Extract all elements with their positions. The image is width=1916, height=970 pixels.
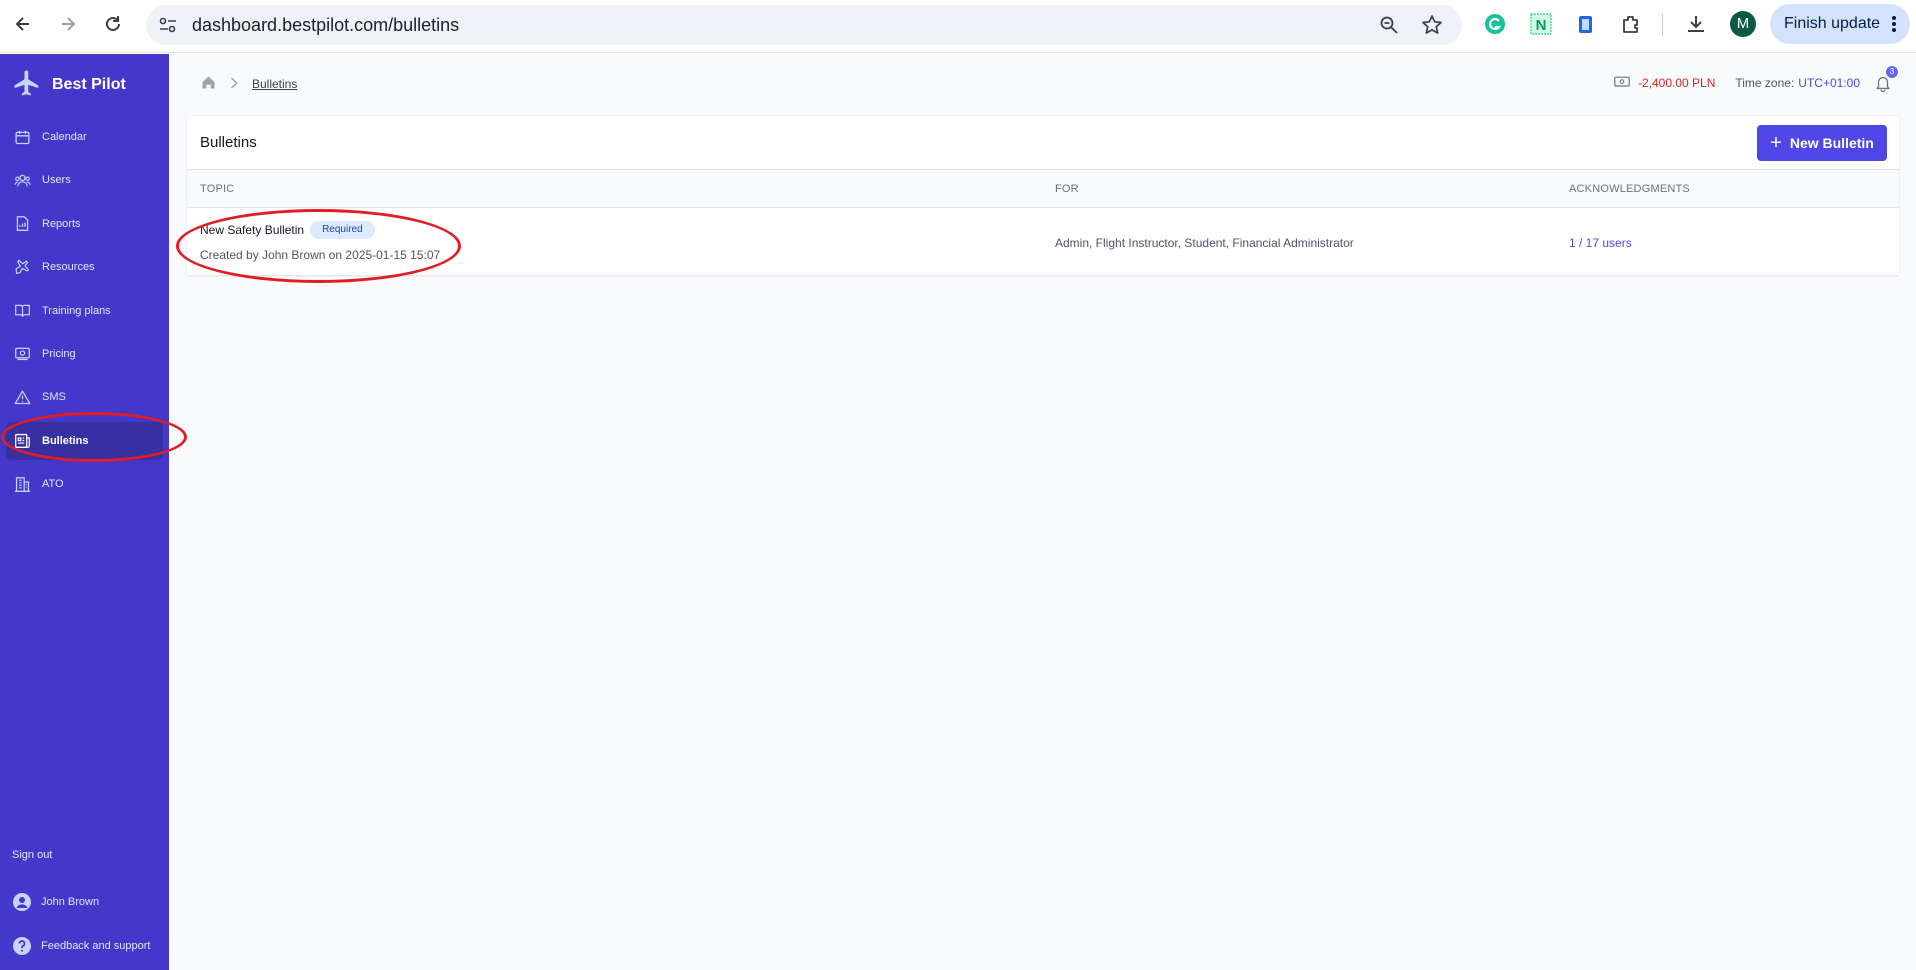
sidebar-item-label: SMS — [42, 391, 66, 404]
sidebar-item-reports[interactable]: Reports — [6, 205, 163, 243]
book-icon — [15, 304, 30, 318]
new-bulletin-button[interactable]: + New Bulletin — [1757, 125, 1887, 161]
sidebar-item-resources[interactable]: Resources — [6, 248, 163, 286]
breadcrumb-bulletins[interactable]: Bulletins — [252, 77, 297, 91]
calendar-icon — [15, 130, 30, 144]
toolbar-divider — [1662, 14, 1663, 36]
bulletin-title[interactable]: New Safety Bulletin — [200, 223, 304, 237]
cash-icon — [1614, 75, 1630, 92]
more-vertical-icon[interactable] — [1892, 16, 1896, 34]
sidebar-item-pricing[interactable]: Pricing — [6, 335, 163, 373]
zoom-icon[interactable] — [1379, 15, 1399, 40]
sidebar-item-training-plans[interactable]: Training plans — [6, 292, 163, 330]
card-header: Bulletins + New Bulletin — [187, 116, 1899, 170]
browser-toolbar: dashboard.bestpilot.com/bulletins N M Fi… — [0, 0, 1916, 53]
sidebar-item-label: Users — [42, 174, 71, 187]
sidebar: Best Pilot Calendar Users Reports Resour… — [0, 54, 169, 970]
user-profile-link[interactable]: John Brown — [12, 892, 99, 912]
money-icon — [15, 348, 30, 361]
column-header-for: FOR — [1055, 183, 1079, 195]
extensions-puzzle-icon[interactable] — [1618, 11, 1644, 37]
forward-icon[interactable] — [54, 10, 82, 38]
page-title: Bulletins — [200, 134, 257, 151]
plane-icon — [15, 259, 30, 274]
bulletins-card: Bulletins + New Bulletin TOPIC FOR ACKNO… — [186, 115, 1900, 277]
sidebar-item-label: Calendar — [42, 131, 87, 143]
sidebar-item-sms[interactable]: SMS — [6, 378, 163, 416]
building-icon — [14, 476, 31, 492]
airplane-logo-icon — [12, 68, 42, 103]
sidebar-item-label: Resources — [42, 261, 95, 274]
finish-update-label: Finish update — [1784, 15, 1881, 32]
breadcrumb: Bulletins — [201, 75, 297, 93]
downloads-icon[interactable] — [1683, 11, 1709, 37]
main-content: Bulletins -2,400.00 PLN Time zone: UTC+0… — [169, 54, 1916, 970]
reload-icon[interactable] — [99, 10, 127, 38]
user-avatar-icon — [13, 893, 31, 911]
sidebar-item-users[interactable]: Users — [6, 161, 163, 199]
notification-count-badge: 3 — [1886, 66, 1898, 78]
users-icon — [14, 174, 31, 187]
sidebar-item-ato[interactable]: ATO — [6, 465, 163, 503]
timezone-value[interactable]: UTC+01:00 — [1798, 76, 1860, 90]
sidebar-item-bulletins[interactable]: Bulletins — [6, 421, 163, 460]
notion-extension-icon[interactable]: N — [1528, 11, 1554, 37]
site-settings-icon[interactable] — [158, 16, 178, 39]
user-name: John Brown — [41, 896, 100, 908]
grammarly-icon[interactable] — [1482, 11, 1508, 37]
account-balance[interactable]: -2,400.00 PLN — [1638, 76, 1715, 90]
bulletin-audience: Admin, Flight Instructor, Student, Finan… — [1055, 236, 1354, 250]
brand[interactable]: Best Pilot — [12, 70, 126, 100]
reports-icon — [16, 216, 29, 232]
feedback-link[interactable]: Feedback and support — [12, 936, 150, 956]
notifications-bell-icon[interactable]: 3 — [1874, 66, 1898, 93]
brand-name: Best Pilot — [52, 76, 126, 93]
sidebar-item-label: Pricing — [42, 347, 76, 360]
bookmark-star-icon[interactable] — [1421, 14, 1443, 41]
new-bulletin-label: New Bulletin — [1789, 135, 1874, 151]
url-text[interactable]: dashboard.bestpilot.com/bulletins — [192, 5, 459, 45]
sidebar-item-calendar[interactable]: Calendar — [6, 118, 163, 156]
table-header: TOPIC FOR ACKNOWLEDGMENTS — [187, 170, 1899, 208]
clipboard-extension-icon[interactable] — [1573, 11, 1599, 37]
acknowledgments-link[interactable]: 1 / 17 users — [1569, 236, 1632, 250]
feedback-label: Feedback and support — [41, 940, 151, 952]
help-circle-icon — [13, 937, 31, 955]
column-header-topic: TOPIC — [200, 183, 235, 195]
sidebar-item-label: Bulletins — [42, 434, 89, 447]
profile-avatar[interactable]: M — [1730, 11, 1756, 37]
svg-text:N: N — [1536, 17, 1547, 34]
top-bar: Bulletins -2,400.00 PLN Time zone: UTC+0… — [169, 54, 1916, 114]
chevron-right-icon — [230, 77, 238, 92]
table-row[interactable]: New Safety Bulletin Required Created by … — [187, 208, 1899, 276]
sign-out-link[interactable]: Sign out — [12, 849, 52, 861]
sidebar-item-label: Reports — [42, 217, 81, 230]
timezone-label: Time zone: — [1735, 76, 1795, 90]
sidebar-item-label: ATO — [42, 478, 64, 491]
sidebar-item-label: Training plans — [42, 304, 111, 317]
plus-icon: + — [1770, 132, 1782, 154]
warning-icon — [14, 390, 31, 404]
newspaper-icon — [15, 434, 30, 449]
finish-update-button[interactable]: Finish update — [1770, 4, 1910, 44]
sidebar-nav: Calendar Users Reports Resources Trainin… — [0, 118, 169, 509]
account-status: -2,400.00 PLN Time zone: UTC+01:00 3 — [1614, 66, 1898, 93]
required-badge: Required — [310, 221, 375, 239]
column-header-acknowledgments: ACKNOWLEDGMENTS — [1569, 183, 1690, 195]
bulletin-topic: New Safety Bulletin Required — [200, 221, 375, 239]
address-bar[interactable]: dashboard.bestpilot.com/bulletins — [146, 5, 1462, 45]
home-icon[interactable] — [201, 75, 216, 93]
back-icon[interactable] — [9, 10, 37, 38]
bulletin-meta: Created by John Brown on 2025-01-15 15:0… — [200, 248, 441, 262]
